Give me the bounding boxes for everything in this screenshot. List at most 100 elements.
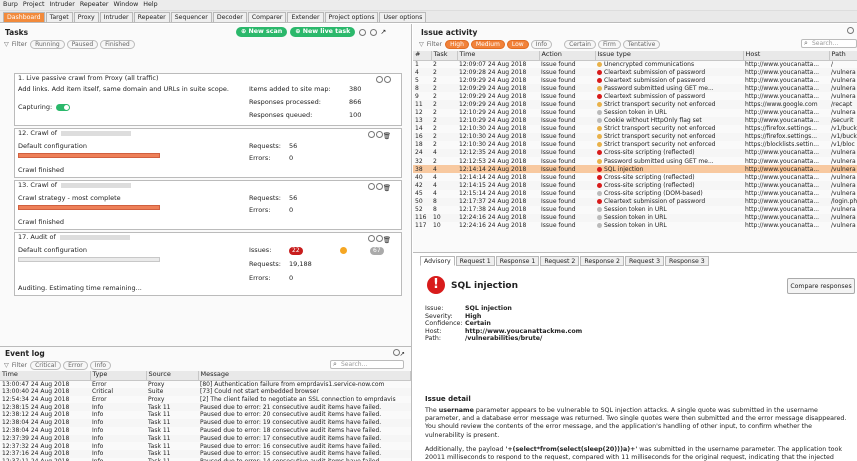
tab-request-3[interactable]: Request 3: [625, 256, 665, 266]
filter-finished[interactable]: Finished: [100, 40, 135, 49]
col-time[interactable]: Time: [457, 51, 540, 61]
table-row[interactable]: 11 2 12:09:29 24 Aug 2018 Issue found Strict…: [413, 100, 857, 109]
table-row[interactable]: 16 2 12:10:30 24 Aug 2018 Issue found Strict…: [413, 132, 857, 141]
filter-tentative[interactable]: Tentative: [622, 40, 661, 49]
task-1-settings-icon[interactable]: [384, 76, 391, 83]
tab-project-options[interactable]: Project options: [324, 12, 379, 22]
task-1-pause-icon[interactable]: [376, 76, 383, 83]
table-row[interactable]: 12:37:32 24 Aug 2018 Info Task 11 Paused du…: [0, 442, 411, 450]
issues-info-badge[interactable]: 67: [370, 247, 384, 255]
tab-decoder[interactable]: Decoder: [212, 12, 247, 22]
task-13[interactable]: 13. Crawl of 🗑 Crawl strategy - most com…: [14, 180, 402, 230]
task-17-pause-icon[interactable]: [367, 235, 375, 242]
col-action[interactable]: Action: [539, 51, 596, 61]
table-row[interactable]: 12:37:39 24 Aug 2018 Info Task 11 Paused du…: [0, 434, 411, 443]
tab-request-1[interactable]: Request 1: [455, 256, 495, 266]
filter-error[interactable]: Error: [63, 361, 88, 370]
task-12-pause-icon[interactable]: [367, 131, 375, 138]
table-row[interactable]: 12:38:15 24 Aug 2018 Info Task 11 Paused du…: [0, 403, 411, 412]
event-log-expand-icon[interactable]: ↗: [400, 350, 405, 358]
menu-window[interactable]: Window: [113, 1, 138, 9]
tab-request-2[interactable]: Request 2: [540, 256, 580, 266]
table-row[interactable]: 50 8 12:17:37 24 Aug 2018 Issue found Cleart…: [413, 197, 857, 206]
task-12-settings-icon[interactable]: [375, 131, 383, 138]
new-live-task-button[interactable]: ⊕ New live task: [290, 27, 356, 37]
settings-icon[interactable]: [370, 28, 378, 36]
table-row[interactable]: 32 2 12:12:53 24 Aug 2018 Issue found Passwo…: [413, 157, 857, 165]
filter-medium[interactable]: Medium: [470, 40, 505, 49]
expand-icon[interactable]: ↗: [380, 28, 386, 36]
table-row[interactable]: 12:37:16 24 Aug 2018 Info Task 11 Paused du…: [0, 450, 411, 458]
table-row[interactable]: 12:38:04 24 Aug 2018 Info Task 11 Paused du…: [0, 418, 411, 427]
task-1[interactable]: 1. Live passive crawl from Proxy (all tr…: [14, 73, 402, 126]
table-row[interactable]: 5 2 12:09:29 24 Aug 2018 Issue found Clearte…: [413, 76, 857, 84]
compare-responses-button[interactable]: Compare responses: [787, 278, 855, 294]
task-17[interactable]: 17. Audit of 🗑 Default configuration Aud…: [14, 232, 402, 296]
task-17-settings-icon[interactable]: [375, 235, 383, 242]
filter-firm[interactable]: Firm: [597, 40, 621, 49]
menu-repeater[interactable]: Repeater: [80, 1, 109, 9]
filter-running[interactable]: Running: [30, 40, 65, 49]
col-num[interactable]: #: [413, 51, 432, 61]
tab-extender[interactable]: Extender: [287, 12, 324, 22]
filter-info[interactable]: Info: [530, 40, 553, 49]
tab-response-1[interactable]: Response 1: [495, 256, 540, 266]
task-17-delete-icon[interactable]: 🗑: [383, 236, 391, 244]
filter-info[interactable]: Info: [89, 361, 112, 370]
task-12[interactable]: 12. Crawl of 🗑 Default configuration Cra…: [14, 128, 402, 178]
col-type[interactable]: Type: [90, 371, 147, 381]
table-row[interactable]: 13:00:40 24 Aug 2018 Critical Suite [73] Co…: [0, 387, 411, 396]
task-13-pause-icon[interactable]: [367, 183, 375, 190]
menu-burp[interactable]: Burp: [3, 1, 18, 9]
menu-help[interactable]: Help: [143, 1, 157, 9]
filter-high[interactable]: High: [445, 40, 469, 49]
capturing-toggle[interactable]: [56, 104, 71, 112]
table-row[interactable]: 1 2 12:09:07 24 Aug 2018 Issue found Unencry…: [413, 60, 857, 68]
table-row[interactable]: 116 10 12:24:16 24 Aug 2018 Issue found Sess…: [413, 213, 857, 222]
table-row[interactable]: 12 2 12:10:29 24 Aug 2018 Issue found Sessio…: [413, 109, 857, 117]
col-source[interactable]: Source: [146, 371, 199, 381]
event-log-help-icon[interactable]: [392, 349, 400, 356]
col-task[interactable]: Task: [431, 51, 458, 61]
table-row[interactable]: 8 2 12:09:29 24 Aug 2018 Issue found Passwor…: [413, 84, 857, 93]
issues-high-badge[interactable]: 22: [289, 247, 303, 255]
table-row[interactable]: 40 4 12:14:14 24 Aug 2018 Issue found Cross-…: [413, 173, 857, 181]
table-row[interactable]: 13:00:47 24 Aug 2018 Error Proxy [80] Authe…: [0, 380, 411, 388]
table-row[interactable]: 52 8 12:17:38 24 Aug 2018 Issue found Sessio…: [413, 206, 857, 214]
tab-intruder[interactable]: Intruder: [99, 12, 133, 22]
issue-search[interactable]: Search...: [801, 39, 857, 48]
filter-paused[interactable]: Paused: [66, 40, 99, 49]
table-row[interactable]: 38 4 12:14:14 24 Aug 2018 Issue found SQL in…: [413, 165, 857, 174]
table-row[interactable]: 117 10 12:24:16 24 Aug 2018 Issue found Sess…: [413, 222, 857, 230]
task-13-delete-icon[interactable]: 🗑: [383, 184, 391, 192]
tab-response-2[interactable]: Response 2: [580, 256, 624, 266]
filter-certain[interactable]: Certain: [564, 40, 596, 49]
filter-low[interactable]: Low: [506, 40, 529, 49]
menu-intruder[interactable]: Intruder: [49, 1, 74, 9]
new-scan-button[interactable]: ⊕ New scan: [236, 27, 288, 37]
issue-help-icon[interactable]: [846, 27, 854, 37]
filter-critical[interactable]: Critical: [30, 361, 62, 370]
col-path[interactable]: Path: [829, 51, 857, 61]
table-row[interactable]: 45 4 12:15:14 24 Aug 2018 Issue found Cross-…: [413, 190, 857, 198]
menu-project[interactable]: Project: [23, 1, 45, 9]
col-time[interactable]: Time: [0, 371, 91, 381]
table-row[interactable]: 14 2 12:10:30 24 Aug 2018 Issue found Strict…: [413, 125, 857, 133]
table-row[interactable]: 18 2 12:10:30 24 Aug 2018 Issue found Strict…: [413, 141, 857, 149]
task-12-delete-icon[interactable]: 🗑: [383, 132, 391, 140]
task-13-settings-icon[interactable]: [375, 183, 383, 190]
table-row[interactable]: 42 4 12:14:15 24 Aug 2018 Issue found Cross-…: [413, 181, 857, 190]
table-row[interactable]: 4 2 12:09:28 24 Aug 2018 Issue found Clearte…: [413, 68, 857, 77]
tab-response-3[interactable]: Response 3: [665, 256, 709, 266]
event-log-search[interactable]: Search...: [330, 360, 404, 369]
table-row[interactable]: 9 2 12:09:29 24 Aug 2018 Issue found Clearte…: [413, 92, 857, 100]
table-row[interactable]: 24 4 12:12:35 24 Aug 2018 Issue found Cross-…: [413, 149, 857, 158]
tab-repeater[interactable]: Repeater: [133, 12, 170, 22]
table-row[interactable]: 13 2 12:10:29 24 Aug 2018 Issue found Cookie…: [413, 116, 857, 125]
tab-target[interactable]: Target: [45, 12, 73, 22]
table-row[interactable]: 12:38:12 24 Aug 2018 Info Task 11 Paused du…: [0, 411, 411, 419]
col-host[interactable]: Host: [743, 51, 830, 61]
pause-icon[interactable]: [359, 28, 367, 36]
tab-comparer[interactable]: Comparer: [247, 12, 287, 22]
col-issue-type[interactable]: Issue type: [595, 51, 744, 61]
